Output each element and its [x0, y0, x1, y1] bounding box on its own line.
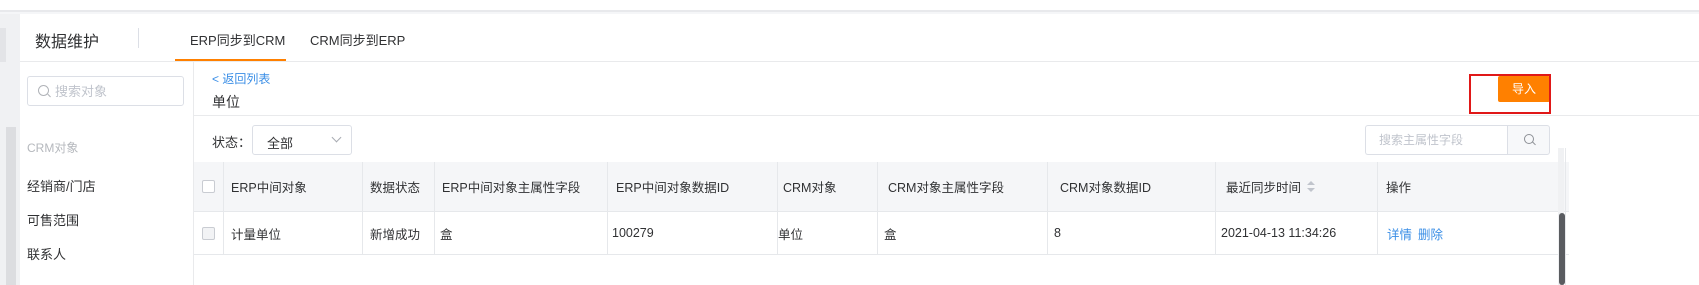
- column-divider: [777, 162, 778, 211]
- select-all-checkbox[interactable]: [202, 180, 215, 193]
- row-checkbox[interactable]: [202, 226, 215, 240]
- sidebar-item-dealer-store[interactable]: 经销商/门店: [27, 176, 96, 195]
- column-divider: [1377, 162, 1378, 211]
- detail-link[interactable]: 详情: [1387, 224, 1412, 243]
- column-header-last-sync-time[interactable]: 最近同步时间: [1226, 162, 1316, 211]
- top-bar: [0, 0, 1699, 12]
- object-search-input[interactable]: [55, 82, 175, 100]
- tab-crm-to-erp[interactable]: CRM同步到ERP: [310, 30, 405, 49]
- sort-icon[interactable]: [1307, 180, 1316, 193]
- sidebar-item-sale-scope[interactable]: 可售范围: [27, 210, 79, 229]
- cell-crm-object: 单位: [778, 227, 804, 242]
- main-field-search-button[interactable]: [1507, 125, 1550, 155]
- column-header-actions: 操作: [1386, 181, 1412, 195]
- column-divider: [223, 212, 224, 254]
- select-all-cell: [202, 162, 215, 211]
- search-icon: [38, 85, 49, 96]
- cell-erp-main-field: 盒: [440, 227, 453, 242]
- header-divider: [138, 28, 139, 48]
- column-divider: [1377, 212, 1378, 254]
- column-divider: [362, 162, 363, 211]
- column-divider: [1215, 162, 1216, 211]
- left-rail-scrollbar[interactable]: [6, 127, 16, 285]
- main-field-search-input[interactable]: [1379, 132, 1499, 148]
- cell-erp-object: 计量单位: [231, 227, 282, 242]
- column-header-erp-data-id: ERP中间对象数据ID: [616, 181, 730, 195]
- highlight-box: [1469, 74, 1551, 114]
- status-select-value: 全部: [267, 136, 294, 151]
- column-divider: [877, 212, 878, 254]
- cell-data-status: 新增成功: [370, 227, 421, 242]
- left-rail-indicator: [0, 28, 6, 62]
- tab-erp-to-crm[interactable]: ERP同步到CRM: [190, 30, 285, 49]
- column-divider: [1047, 212, 1048, 254]
- table-header: ERP中间对象 数据状态 ERP中间对象主属性字段 ERP中间对象数据ID CR…: [194, 162, 1569, 212]
- object-title: 单位: [212, 94, 240, 110]
- column-divider: [434, 212, 435, 254]
- column-header-erp-object: ERP中间对象: [231, 181, 307, 195]
- column-divider: [223, 162, 224, 211]
- column-divider: [877, 162, 878, 211]
- delete-link[interactable]: 删除: [1418, 224, 1443, 243]
- column-header-data-status: 数据状态: [370, 181, 421, 195]
- data-maintenance-panel: 数据维护 ERP同步到CRM CRM同步到ERP CRM对象 经销商/门店 可售…: [20, 14, 1699, 285]
- active-tab-indicator: [175, 59, 286, 61]
- object-search-box[interactable]: [27, 76, 184, 106]
- cell-last-sync-time: 2021-04-13 11:34:26: [1221, 226, 1337, 240]
- sidebar-item-contact[interactable]: 联系人: [27, 244, 66, 263]
- cell-erp-data-id: 100279: [612, 226, 654, 240]
- column-divider: [607, 212, 608, 254]
- column-divider: [1215, 212, 1216, 254]
- status-filter-label: 状态：: [212, 135, 252, 150]
- status-select[interactable]: 全部: [252, 125, 352, 155]
- filter-bar: 状态： 全部: [194, 115, 1699, 163]
- column-header-erp-main-field: ERP中间对象主属性字段: [442, 181, 581, 195]
- row-select-cell: [202, 212, 215, 254]
- main-content: < 返回列表 单位 导入 状态： 全部 ERP中间对象: [194, 62, 1699, 285]
- chevron-down-icon: [331, 132, 342, 143]
- scrollbar-edge: [1565, 148, 1566, 285]
- column-divider: [362, 212, 363, 254]
- search-icon: [1524, 134, 1534, 144]
- main-field-search[interactable]: [1365, 125, 1508, 155]
- left-rail: [0, 14, 20, 285]
- column-header-crm-object: CRM对象: [783, 181, 837, 195]
- cell-crm-data-id: 8: [1054, 226, 1061, 240]
- cell-crm-main-field: 盒: [884, 227, 897, 242]
- column-divider: [434, 162, 435, 211]
- cell-actions: 详情 删除: [1387, 212, 1449, 254]
- sidebar-group-label: CRM对象: [27, 141, 79, 155]
- page-heading: 数据维护: [35, 34, 100, 51]
- column-header-crm-data-id: CRM对象数据ID: [1060, 181, 1151, 195]
- object-sidebar: CRM对象 经销商/门店 可售范围 联系人: [20, 62, 194, 285]
- back-to-list-link[interactable]: < 返回列表: [212, 70, 270, 87]
- column-header-crm-main-field: CRM对象主属性字段: [888, 181, 1004, 195]
- column-divider: [607, 162, 608, 211]
- table-row: 计量单位 新增成功 盒 100279 单位 盒 8 2021-04-13 11:…: [194, 212, 1569, 255]
- column-divider: [1047, 162, 1048, 211]
- last-sync-time-label: 最近同步时间: [1226, 181, 1302, 195]
- panel-header: 数据维护 ERP同步到CRM CRM同步到ERP: [20, 14, 1699, 62]
